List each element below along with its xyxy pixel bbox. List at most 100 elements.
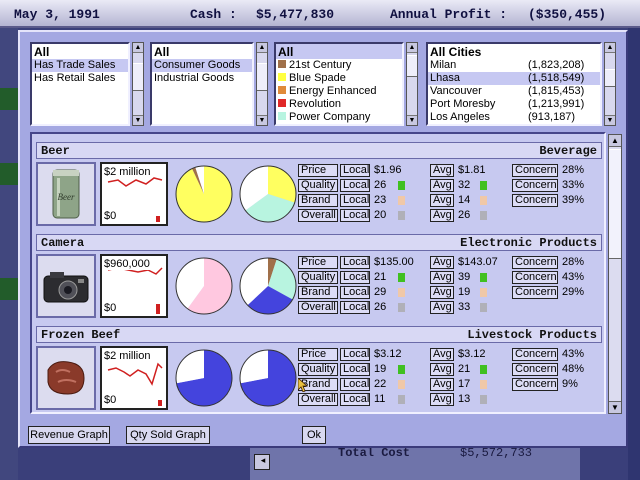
list-item[interactable]: Milan (1,823,208): [428, 59, 600, 72]
list-header[interactable]: All: [152, 44, 252, 59]
concern-button[interactable]: Concern: [512, 363, 558, 376]
concern-button[interactable]: Concern: [512, 194, 558, 207]
local-button[interactable]: Local: [340, 363, 370, 376]
local-button[interactable]: Local: [340, 179, 370, 192]
list-item[interactable]: Has Retail Sales: [32, 72, 128, 85]
local-button[interactable]: Local: [340, 393, 370, 406]
ok-button[interactable]: Ok: [302, 426, 326, 444]
stat-quality-button[interactable]: Quality: [298, 271, 338, 284]
local-button[interactable]: Local: [340, 286, 370, 299]
scroll-thumb[interactable]: [257, 63, 267, 91]
city-name: Lhasa: [430, 72, 460, 84]
concern-button[interactable]: Concern: [512, 348, 558, 361]
company-filter-list[interactable]: All 21st Century Blue Spade Energy Enhan…: [274, 42, 404, 126]
avg-button[interactable]: Avg: [430, 209, 454, 222]
scroll-up-icon[interactable]: ▲: [407, 43, 417, 53]
list-item[interactable]: Has Trade Sales: [32, 59, 128, 72]
list-item[interactable]: Blue Spade: [276, 72, 402, 85]
revenue-sparkline[interactable]: $2 million $0: [100, 162, 168, 226]
scroll-thumb[interactable]: [605, 69, 615, 87]
stat-price-button[interactable]: Price: [298, 164, 338, 177]
avg-button[interactable]: Avg: [430, 301, 454, 314]
scroll-down-icon[interactable]: ▼: [605, 115, 615, 125]
scroll-up-icon[interactable]: ▲: [609, 135, 621, 147]
scroll-thumb[interactable]: [407, 55, 417, 77]
concern-button[interactable]: Concern: [512, 271, 558, 284]
beer-can-icon[interactable]: Beer: [36, 162, 96, 226]
revenue-sparkline[interactable]: $960,000 $0: [100, 254, 168, 318]
local-button[interactable]: Local: [340, 164, 370, 177]
scroll-thumb[interactable]: [133, 63, 143, 91]
local-button[interactable]: Local: [340, 194, 370, 207]
scroll-up-icon[interactable]: ▲: [257, 43, 267, 53]
list-item[interactable]: Consumer Goods: [152, 59, 252, 72]
avg-button[interactable]: Avg: [430, 393, 454, 406]
list-item[interactable]: Lhasa (1,518,549): [428, 72, 600, 85]
local-button[interactable]: Local: [340, 378, 370, 391]
product-list-scrollbar[interactable]: ▲ ▼: [608, 134, 622, 414]
stat-overall-button[interactable]: Overall: [298, 209, 338, 222]
avg-button[interactable]: Avg: [430, 348, 454, 361]
scroll-up-icon[interactable]: ▲: [605, 43, 615, 53]
trade-filter-list[interactable]: All Has Trade Sales Has Retail Sales: [30, 42, 130, 126]
concern-button[interactable]: Concern: [512, 378, 558, 391]
frozen-beef-icon[interactable]: [36, 346, 96, 410]
local-button[interactable]: Local: [340, 348, 370, 361]
concern-button[interactable]: Concern: [512, 256, 558, 269]
scroll-down-icon[interactable]: ▼: [609, 401, 621, 413]
list-item[interactable]: Industrial Goods: [152, 72, 252, 85]
revenue-graph-button[interactable]: Revenue Graph: [28, 426, 110, 444]
concern-button[interactable]: Concern: [512, 164, 558, 177]
list-item[interactable]: 21st Century: [276, 59, 402, 72]
list-item[interactable]: Los Angeles (913,187): [428, 111, 600, 124]
revenue-sparkline[interactable]: $2 million $0: [100, 346, 168, 410]
category-filter-list[interactable]: All Consumer Goods Industrial Goods: [150, 42, 254, 126]
scroll-up-icon[interactable]: ▲: [133, 43, 143, 53]
avg-button[interactable]: Avg: [430, 256, 454, 269]
avg-value: 32: [458, 179, 471, 191]
local-button[interactable]: Local: [340, 256, 370, 269]
avg-button[interactable]: Avg: [430, 179, 454, 192]
camera-icon[interactable]: [36, 254, 96, 318]
stat-overall-button[interactable]: Overall: [298, 393, 338, 406]
stat-quality-button[interactable]: Quality: [298, 179, 338, 192]
avg-button[interactable]: Avg: [430, 164, 454, 177]
scroll-down-icon[interactable]: ▼: [133, 115, 143, 125]
stat-price-button[interactable]: Price: [298, 348, 338, 361]
cities-filter-list[interactable]: All Cities Milan (1,823,208) Lhasa (1,518,…: [426, 42, 602, 126]
avg-button[interactable]: Avg: [430, 378, 454, 391]
scroll-thumb[interactable]: [609, 149, 621, 259]
company-list-scrollbar[interactable]: ▲ ▼: [406, 42, 418, 126]
list-item[interactable]: Power Company: [276, 111, 402, 124]
local-button[interactable]: Local: [340, 271, 370, 284]
local-button[interactable]: Local: [340, 209, 370, 222]
avg-button[interactable]: Avg: [430, 363, 454, 376]
concern-button[interactable]: Concern: [512, 179, 558, 192]
stat-brand-button[interactable]: Brand: [298, 286, 338, 299]
category-list-scrollbar[interactable]: ▲ ▼: [256, 42, 268, 126]
list-item[interactable]: Vancouver (1,815,453): [428, 85, 600, 98]
stat-brand-button[interactable]: Brand: [298, 194, 338, 207]
avg-button[interactable]: Avg: [430, 286, 454, 299]
list-item[interactable]: Port Moresby (1,213,991): [428, 98, 600, 111]
scroll-down-icon[interactable]: ▼: [407, 115, 417, 125]
local-button[interactable]: Local: [340, 301, 370, 314]
list-item[interactable]: Energy Enhanced: [276, 85, 402, 98]
avg-button[interactable]: Avg: [430, 194, 454, 207]
scroll-down-icon[interactable]: ▼: [257, 115, 267, 125]
background-right-strip: [628, 28, 640, 480]
trade-list-scrollbar[interactable]: ▲ ▼: [132, 42, 144, 126]
list-item[interactable]: Revolution: [276, 98, 402, 111]
avg-button[interactable]: Avg: [430, 271, 454, 284]
stat-quality-button[interactable]: Quality: [298, 363, 338, 376]
cities-list-scrollbar[interactable]: ▲ ▼: [604, 42, 616, 126]
qty-sold-graph-button[interactable]: Qty Sold Graph: [126, 426, 210, 444]
list-header[interactable]: All Cities: [428, 44, 600, 59]
list-header[interactable]: All: [276, 44, 402, 59]
city-population: (913,187): [528, 111, 576, 123]
concern-button[interactable]: Concern: [512, 286, 558, 299]
graph-top-label: $2 million: [104, 166, 151, 178]
stat-price-button[interactable]: Price: [298, 256, 338, 269]
list-header[interactable]: All: [32, 44, 128, 59]
stat-overall-button[interactable]: Overall: [298, 301, 338, 314]
